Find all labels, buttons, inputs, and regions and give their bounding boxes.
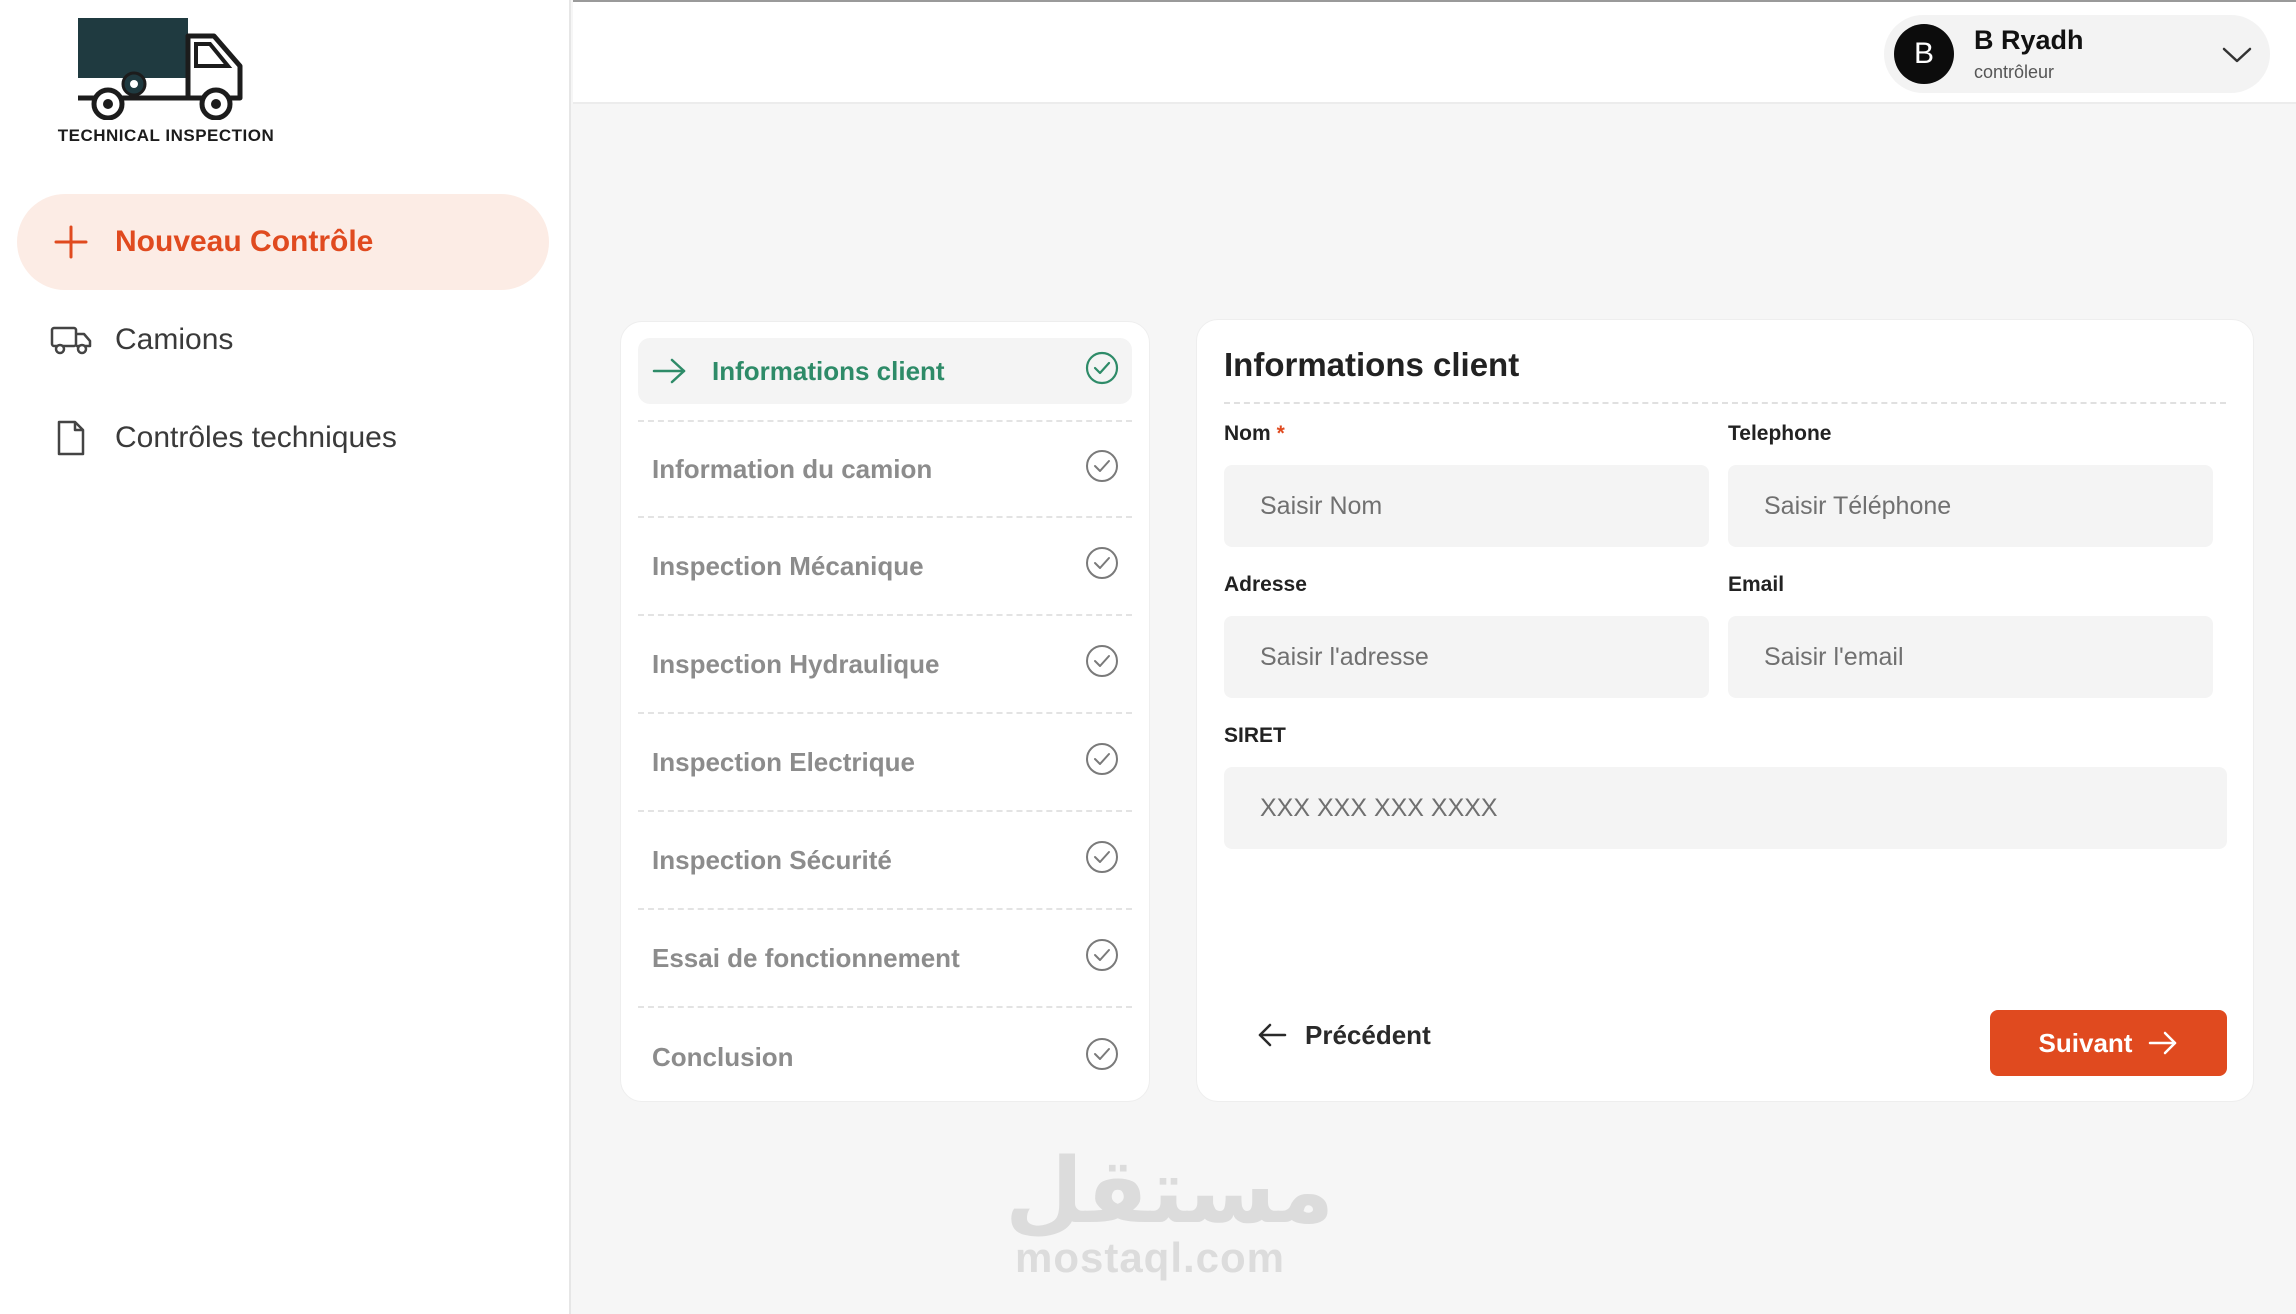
adresse-input[interactable] <box>1224 616 1709 698</box>
step-label: Conclusion <box>652 1041 794 1072</box>
step-label: Inspection Sécurité <box>652 844 892 875</box>
sidebar-item-nouveau-controle[interactable]: Nouveau Contrôle <box>17 194 549 290</box>
avatar: B <box>1894 24 1954 84</box>
form-title: Informations client <box>1224 346 1520 383</box>
step-label: Information du camion <box>652 453 933 484</box>
plus-icon <box>49 220 93 264</box>
sidebar: TECHNICAL INSPECTION Nouveau Contrôle Ca… <box>0 0 571 1314</box>
watermark-latin: mostaql.com <box>1014 1234 1286 1281</box>
arrow-right-icon <box>652 357 688 385</box>
document-icon <box>49 416 93 460</box>
topbar: B B Ryadh contrôleur <box>573 0 2296 104</box>
brand-name: TECHNICAL INSPECTION <box>57 126 275 145</box>
step-conclusion[interactable]: Conclusion <box>638 1008 1132 1106</box>
previous-button[interactable]: Précédent <box>1257 1010 1431 1060</box>
telephone-label: Telephone <box>1728 422 1832 445</box>
check-circle-icon <box>1084 741 1120 784</box>
watermark-arabic: مستقل <box>1005 1139 1335 1244</box>
user-menu[interactable]: B B Ryadh contrôleur <box>1884 15 2270 93</box>
arrow-right-icon <box>2149 1031 2177 1055</box>
step-inspection-electrique[interactable]: Inspection Electrique <box>638 714 1132 812</box>
required-marker: * <box>1276 422 1285 445</box>
step-inspection-hydraulique[interactable]: Inspection Hydraulique <box>638 616 1132 714</box>
watermark: مستقل mostaql.com <box>1005 1139 1335 1282</box>
divider <box>1224 402 2226 404</box>
step-label: Inspection Hydraulique <box>652 648 940 679</box>
arrow-left-icon <box>1258 1023 1287 1047</box>
user-name: B Ryadh <box>1974 25 2084 55</box>
email-input[interactable] <box>1728 616 2213 698</box>
check-circle-icon <box>1084 350 1120 393</box>
check-circle-icon <box>1084 643 1120 686</box>
step-label: Informations client <box>712 355 945 386</box>
user-role: contrôleur <box>1974 62 2055 82</box>
client-info-form: Informations client Nom* Telephone Adres… <box>1196 319 2254 1102</box>
brand-logo[interactable]: TECHNICAL INSPECTION <box>46 14 286 154</box>
sidebar-item-label: Camions <box>115 323 234 356</box>
check-circle-icon <box>1084 937 1120 980</box>
check-circle-icon <box>1084 545 1120 588</box>
check-circle-icon <box>1084 839 1120 882</box>
truck-icon <box>49 318 93 362</box>
step-label: Inspection Mécanique <box>652 550 924 581</box>
check-circle-icon <box>1084 1036 1120 1079</box>
nom-label: Nom * <box>1224 422 1285 445</box>
previous-button-label: Précédent <box>1305 1019 1431 1050</box>
step-label: Inspection Electrique <box>652 746 915 777</box>
step-inspection-mecanique[interactable]: Inspection Mécanique <box>638 518 1132 616</box>
sidebar-item-label: Contrôles techniques <box>115 421 397 454</box>
email-label: Email <box>1728 573 1785 596</box>
siret-label: SIRET <box>1224 724 1286 747</box>
nom-input[interactable] <box>1224 465 1709 547</box>
step-inspection-securite[interactable]: Inspection Sécurité <box>638 812 1132 910</box>
step-information-du-camion[interactable]: Information du camion <box>638 420 1132 518</box>
adresse-label: Adresse <box>1224 573 1307 596</box>
sidebar-item-camions[interactable]: Camions <box>17 292 549 388</box>
chevron-down-icon[interactable] <box>2220 39 2254 74</box>
step-label: Essai de fonctionnement <box>652 942 960 973</box>
siret-input[interactable] <box>1224 767 2227 849</box>
step-list: Informations client Information du camio… <box>620 321 1150 1102</box>
step-informations-client[interactable]: Informations client <box>638 338 1132 404</box>
telephone-input[interactable] <box>1728 465 2213 547</box>
next-button[interactable]: Suivant <box>1990 1010 2227 1076</box>
truck-logo-icon <box>78 18 243 120</box>
next-button-label: Suivant <box>2038 1027 2133 1058</box>
step-essai-de-fonctionnement[interactable]: Essai de fonctionnement <box>638 910 1132 1008</box>
check-circle-icon <box>1084 448 1120 491</box>
sidebar-item-controles-techniques[interactable]: Contrôles techniques <box>17 390 549 486</box>
sidebar-item-label: Nouveau Contrôle <box>115 225 374 258</box>
